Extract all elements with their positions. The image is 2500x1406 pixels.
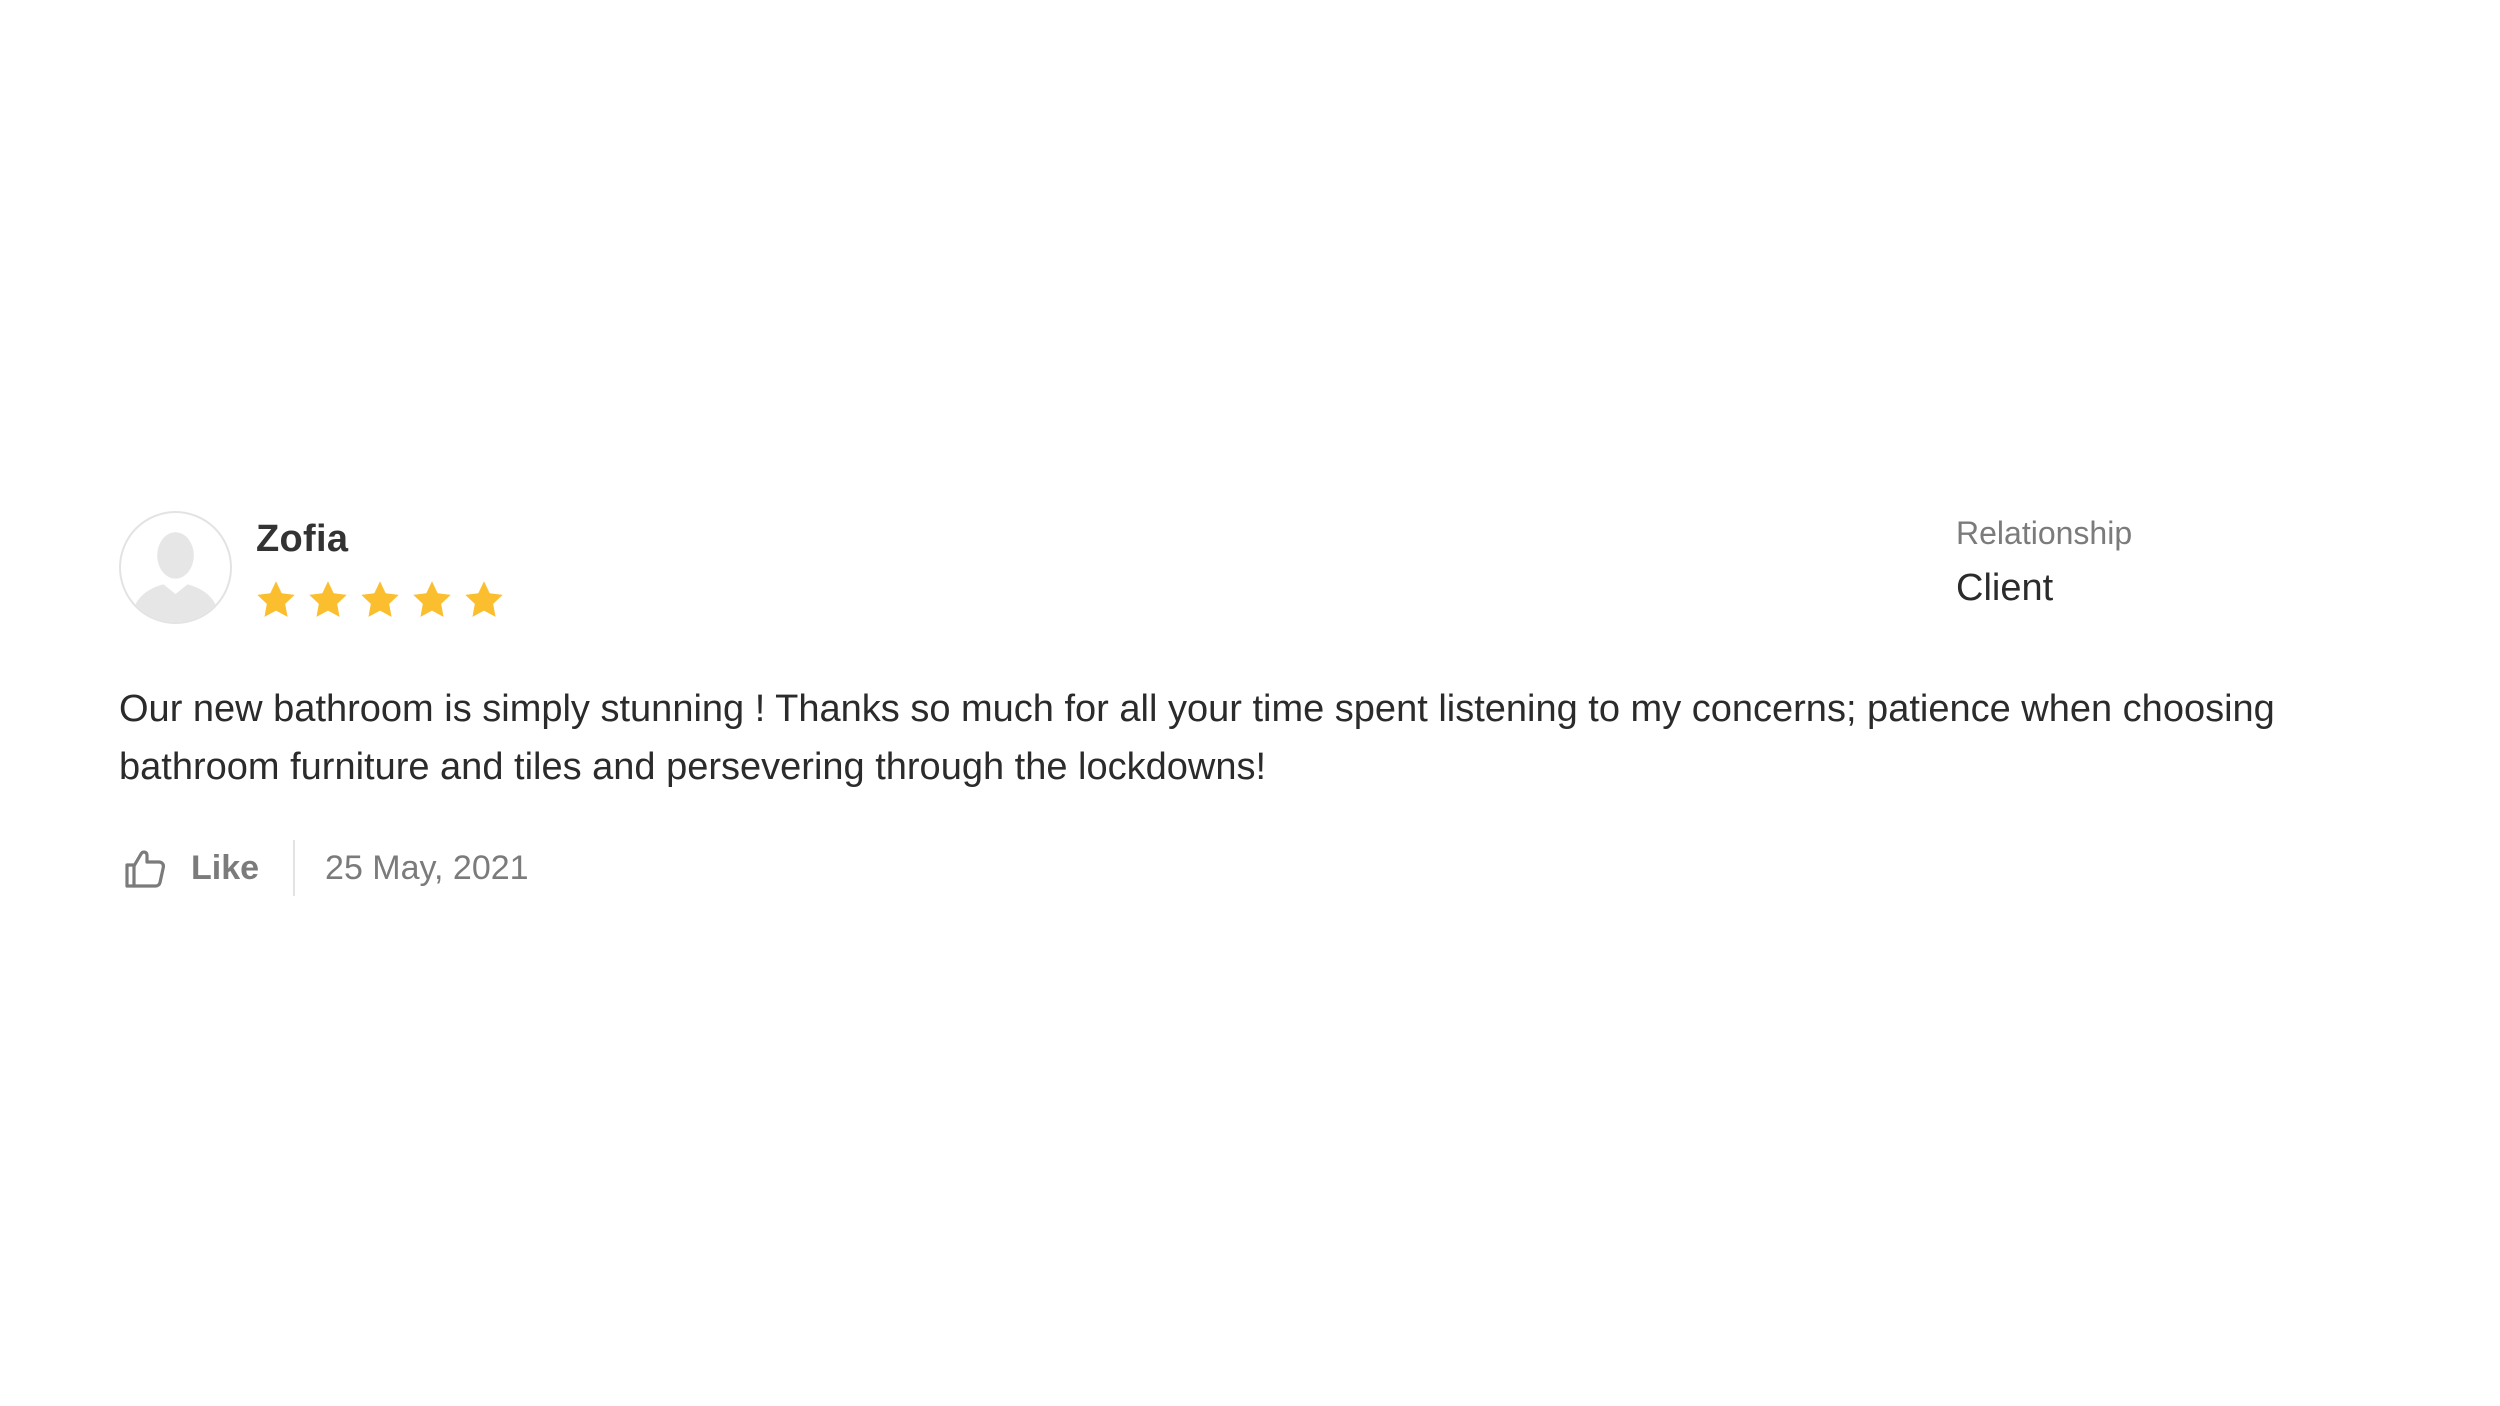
review-text: Our new bathroom is simply stunning ! Th… (119, 688, 2275, 788)
like-label: Like (191, 848, 260, 887)
relationship-label: Relationship (1956, 515, 2133, 551)
review-date: 25 May, 2021 (325, 848, 529, 887)
relationship-info: Relationship Client (1956, 512, 2376, 612)
thumbs-up-icon (125, 850, 166, 888)
relationship-value: Client (1956, 567, 2054, 609)
star-icon (361, 581, 399, 617)
avatar (119, 511, 232, 624)
reviewer-name: Zofia (256, 518, 349, 560)
star-rating (254, 578, 506, 622)
star-icon (465, 581, 503, 617)
divider (293, 840, 296, 896)
review-actions: Like 25 May, 2021 (119, 838, 529, 898)
review-card: Zofia Relationship Client Our new bathro… (0, 0, 2500, 1406)
star-icon (257, 581, 295, 617)
star-icon (309, 581, 347, 617)
default-user-silhouette-icon (130, 532, 221, 622)
like-button[interactable]: Like (119, 846, 259, 890)
star-icon (413, 581, 451, 617)
